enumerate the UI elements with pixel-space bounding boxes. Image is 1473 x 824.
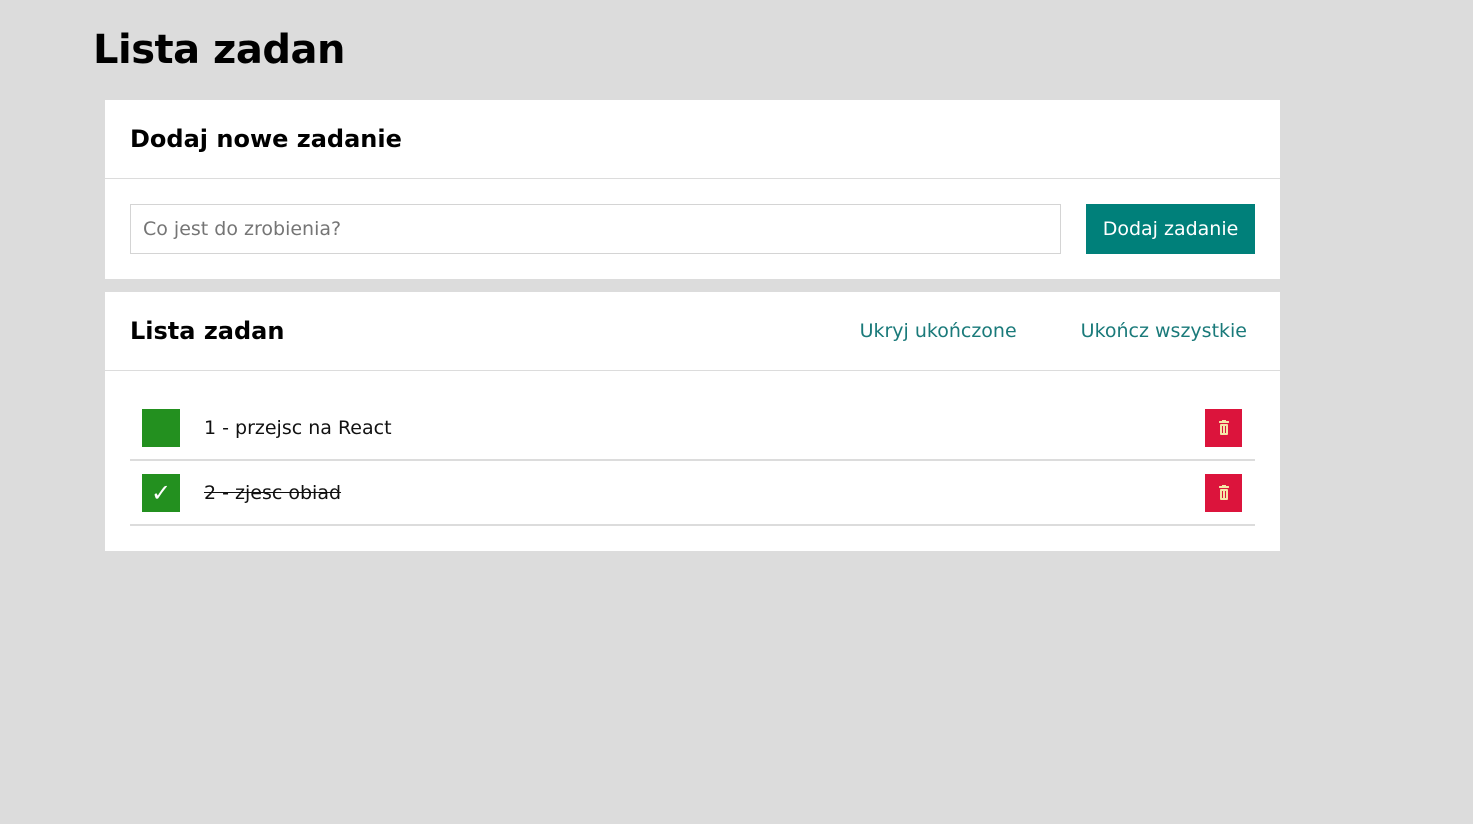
add-task-title: Dodaj nowe zadanie bbox=[130, 125, 402, 153]
add-task-header: Dodaj nowe zadanie bbox=[105, 100, 1280, 179]
task-row: 1 - przejsc na React bbox=[130, 396, 1255, 461]
task-list-header: Lista zadan Ukryj ukończone Ukończ wszys… bbox=[105, 292, 1280, 371]
task-text: 2 - zjesc obiad bbox=[204, 481, 342, 504]
trash-icon bbox=[1218, 419, 1229, 435]
task-list-title: Lista zadan bbox=[130, 317, 285, 345]
complete-all-button[interactable]: Ukończ wszystkie bbox=[1081, 320, 1247, 342]
delete-task-button[interactable] bbox=[1205, 473, 1242, 512]
task-row: ✓ 2 - zjesc obiad bbox=[130, 461, 1255, 526]
add-task-form: Dodaj zadanie bbox=[105, 179, 1280, 279]
task-list: 1 - przejsc na React ✓ 2 - zjesc obiad bbox=[130, 396, 1255, 526]
page-title: Lista zadan bbox=[93, 27, 345, 73]
add-task-button[interactable]: Dodaj zadanie bbox=[1086, 204, 1255, 254]
task-text: 1 - przejsc na React bbox=[204, 416, 392, 439]
hide-completed-button[interactable]: Ukryj ukończone bbox=[860, 320, 1017, 342]
task-list-card: Lista zadan Ukryj ukończone Ukończ wszys… bbox=[105, 292, 1280, 551]
new-task-input[interactable] bbox=[130, 204, 1061, 254]
task-list-actions: Ukryj ukończone Ukończ wszystkie bbox=[860, 320, 1255, 342]
task-checkbox[interactable] bbox=[142, 408, 180, 447]
task-checkbox[interactable]: ✓ bbox=[142, 473, 180, 512]
trash-icon bbox=[1218, 484, 1229, 500]
add-task-card: Dodaj nowe zadanie Dodaj zadanie bbox=[105, 100, 1280, 279]
checkmark-icon: ✓ bbox=[150, 478, 172, 507]
delete-task-button[interactable] bbox=[1205, 408, 1242, 447]
